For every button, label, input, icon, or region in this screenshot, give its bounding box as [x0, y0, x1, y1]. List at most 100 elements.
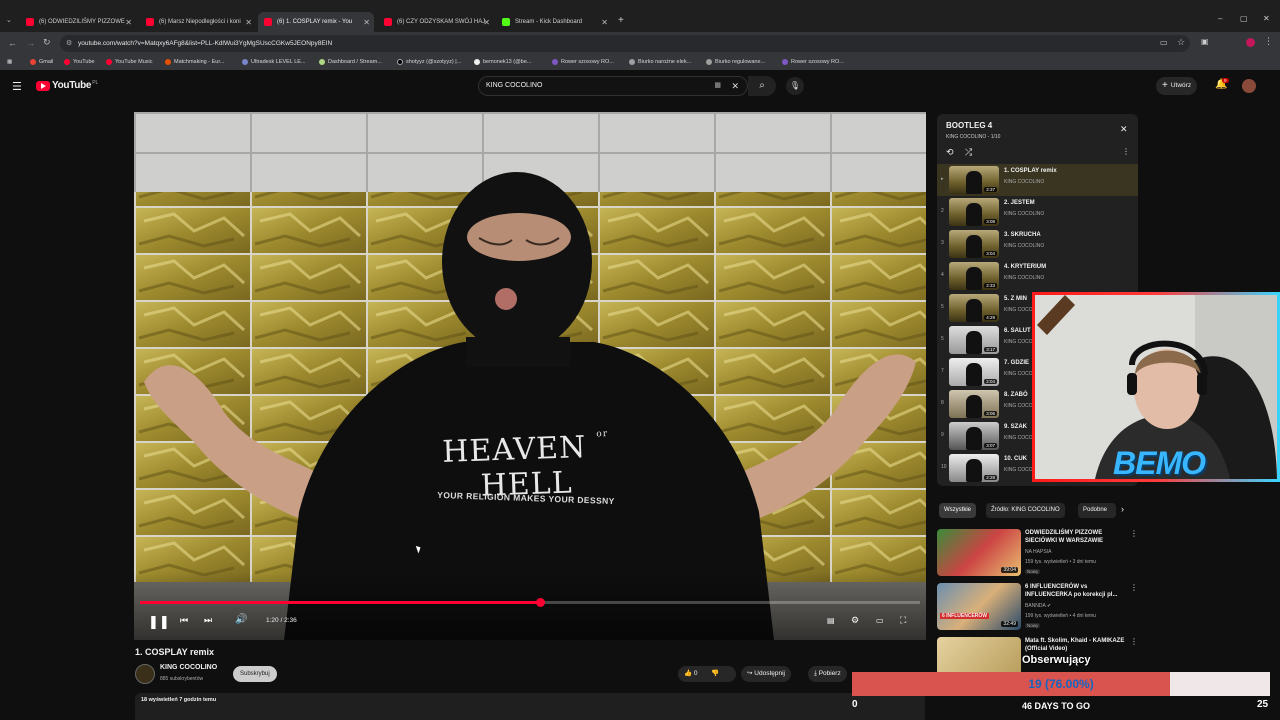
address-bar-url: youtube.com/watch?v=Matqxy6AFg8&list=PLL… — [78, 40, 333, 47]
subscribe-button[interactable]: Subskrybuj — [233, 666, 277, 682]
bookmark-item[interactable]: YouTube Music — [106, 59, 153, 65]
browser-tab[interactable]: (6) ODWIEDZILIŚMY PIZZOWE ✕ — [20, 12, 136, 32]
playlist-item[interactable]: 3 3:04 3. SKRUCHA KING COCOLINO — [937, 228, 1138, 260]
like-icon[interactable]: 👍 — [684, 670, 692, 677]
bookmark-item[interactable]: Biurko regulowane... — [706, 59, 765, 65]
duration-label: 2:04 — [984, 379, 997, 384]
playlist-item-thumbnail: 2:33 — [949, 262, 999, 290]
bookmark-item[interactable]: shotyyz (@szotyyz) |... — [397, 59, 461, 65]
chip-all[interactable]: Wszystkie — [939, 503, 976, 518]
browser-tab[interactable]: Stream - Kick Dashboard ✕ — [496, 12, 612, 32]
playlist-item-channel: KING COCOLINO — [1004, 179, 1045, 185]
apps-icon[interactable]: ▦ — [7, 59, 12, 65]
close-icon[interactable]: ✕ — [483, 18, 490, 27]
playlist-item-active[interactable]: ▸ 2:37 1. COSPLAY remix KING COCOLINO — [937, 164, 1138, 196]
voice-search-icon[interactable]: 🎙 — [786, 77, 804, 95]
subtitles-icon[interactable]: ▤ — [827, 616, 835, 625]
search-input[interactable]: KING COCOLINO ▦ ✕ — [478, 76, 748, 96]
chip-similar[interactable]: Podobne — [1078, 503, 1116, 518]
browser-tab-active[interactable]: (6) 1. COSPLAY remix - You ✕ — [258, 12, 374, 32]
bookmark-item[interactable]: YouTube — [64, 59, 95, 65]
maximize-icon[interactable]: ▢ — [1240, 14, 1248, 23]
theater-mode-icon[interactable]: ▭ — [876, 616, 884, 625]
window-close-icon[interactable]: ✕ — [1263, 14, 1270, 23]
close-icon[interactable]: ✕ — [245, 18, 252, 27]
browser-tab[interactable]: (6) Marsz Niepodległości i koni ✕ — [140, 12, 256, 32]
playlist-item-channel: KING COCO — [1004, 467, 1033, 473]
channel-name[interactable]: KING COCOLINO — [160, 664, 217, 671]
site-info-icon[interactable]: ⚙ — [66, 35, 72, 52]
keyboard-icon[interactable]: ▦ — [714, 77, 721, 95]
youtube-favicon-icon — [264, 18, 272, 26]
hamburger-menu-icon[interactable]: ☰ — [12, 80, 22, 93]
playlist-item-title: 3. SKRUCHA — [1004, 232, 1041, 238]
bookmark-item[interactable]: Dashboard / Stream... — [319, 59, 382, 65]
recommended-video[interactable]: 39:04 ODWIEDZILIŚMY PIZZOWE SIECIÓWKI W … — [937, 529, 1138, 579]
bookmark-item[interactable]: Biurko narożne elek... — [629, 59, 691, 65]
bookmark-item[interactable]: Rower szosowy RO... — [782, 59, 844, 65]
webcam-overlay: BEMO — [1032, 292, 1280, 482]
more-actions-icon[interactable]: ⋮ — [1130, 583, 1138, 592]
loop-icon[interactable]: ⟲ — [946, 147, 954, 158]
new-tab-icon[interactable]: + — [618, 15, 624, 26]
account-avatar[interactable] — [1242, 79, 1256, 93]
bookmark-item[interactable]: Gmail — [30, 59, 53, 65]
forward-icon[interactable]: → — [26, 38, 35, 48]
close-icon[interactable]: ✕ — [363, 18, 370, 27]
progress-bar[interactable] — [140, 598, 920, 607]
fullscreen-icon[interactable]: ⛶ — [900, 615, 906, 626]
verified-check-icon: ✔ — [1046, 603, 1052, 609]
more-actions-icon[interactable]: ⋮ — [1130, 637, 1138, 646]
bookmark-item[interactable]: bemonek13 (@be... — [474, 59, 531, 65]
recommended-video[interactable]: 6 INFLUENCERÓW 32:49 6 INFLUENCERÓW vs I… — [937, 583, 1138, 633]
region-label: PL — [92, 79, 99, 86]
chevron-right-icon[interactable]: › — [1121, 504, 1124, 514]
browser-tab[interactable]: (6) CZY ODZYSKAM SWÓJ HAJ ✕ — [378, 12, 494, 32]
tab-search-icon[interactable]: ⌄ — [6, 16, 12, 24]
close-icon[interactable]: ✕ — [601, 18, 608, 27]
menu-kebab-icon[interactable]: ⋮ — [1264, 36, 1273, 47]
youtube-logo[interactable]: YouTube PL — [36, 80, 98, 91]
clear-search-icon[interactable]: ✕ — [731, 77, 739, 95]
controls-gradient — [134, 572, 926, 640]
minimize-icon[interactable]: – — [1218, 14, 1222, 23]
video-player[interactable]: HEAVEN or HELL YOUR RELIGION MAKES YOUR … — [134, 112, 926, 640]
extensions-icon[interactable]: ▣ — [1201, 37, 1209, 46]
profile-avatar[interactable] — [1246, 38, 1255, 47]
views-and-date: 18 wyświetleń 7 godzin temu — [141, 697, 217, 703]
previous-button[interactable]: ⏮ — [180, 615, 188, 626]
bookmark-item[interactable]: Matchmaking - Eur... — [165, 59, 224, 65]
playlist-title[interactable]: BOOTLEG 4 — [946, 121, 992, 130]
playlist-item-channel: KING COCO — [1004, 371, 1033, 377]
address-bar[interactable]: ⚙ youtube.com/watch?v=Matqxy6AFg8&list=P… — [60, 35, 1190, 52]
more-actions-icon[interactable]: ⋮ — [1130, 529, 1138, 538]
next-button[interactable]: ⏭ — [204, 615, 212, 626]
settings-gear-icon[interactable]: ⚙ — [851, 615, 859, 626]
bookmark-item[interactable]: Rower szosowy RO... — [552, 59, 614, 65]
chip-source[interactable]: Źródło: KING COCOLINO — [986, 503, 1065, 518]
dislike-icon[interactable]: 👎 — [711, 670, 719, 677]
bookmark-item[interactable]: Ultradesk LEVEL LE... — [242, 59, 306, 65]
back-icon[interactable]: ← — [8, 38, 17, 48]
playlist-item[interactable]: 4 2:33 4. KRYTERIUM KING COCOLINO — [937, 260, 1138, 292]
description-box[interactable]: 18 wyświetleń 7 godzin temu — [135, 693, 925, 720]
close-icon[interactable]: ✕ — [125, 18, 132, 27]
download-button[interactable]: ⤓ Pobierz — [808, 666, 847, 682]
create-label: Utwórz — [1170, 82, 1192, 89]
cast-icon[interactable]: ▭ — [1160, 38, 1168, 47]
share-button[interactable]: ↪ Udostępnij — [741, 666, 791, 682]
bookmark-star-icon[interactable]: ☆ — [1177, 37, 1185, 48]
close-playlist-icon[interactable]: ✕ — [1120, 124, 1128, 135]
pause-button[interactable]: ❚❚ — [148, 614, 170, 630]
create-button[interactable]: + Utwórz — [1156, 77, 1198, 95]
playlist-item-number: 9 — [941, 432, 944, 438]
shuffle-icon[interactable]: ⤮ — [965, 147, 972, 158]
channel-avatar[interactable] — [135, 664, 155, 684]
playlist-item-channel: KING COCO — [1004, 435, 1033, 441]
volume-button[interactable]: 🔊 — [235, 614, 247, 625]
playlist-item[interactable]: 2 3:08 2. JESTEM KING COCOLINO — [937, 196, 1138, 228]
reload-icon[interactable]: ↻ — [43, 37, 51, 48]
playlist-menu-icon[interactable]: ⋮ — [1122, 147, 1130, 156]
like-dislike-group: 👍 0 👎 — [678, 666, 736, 682]
search-button[interactable]: ⌕ — [748, 76, 776, 96]
